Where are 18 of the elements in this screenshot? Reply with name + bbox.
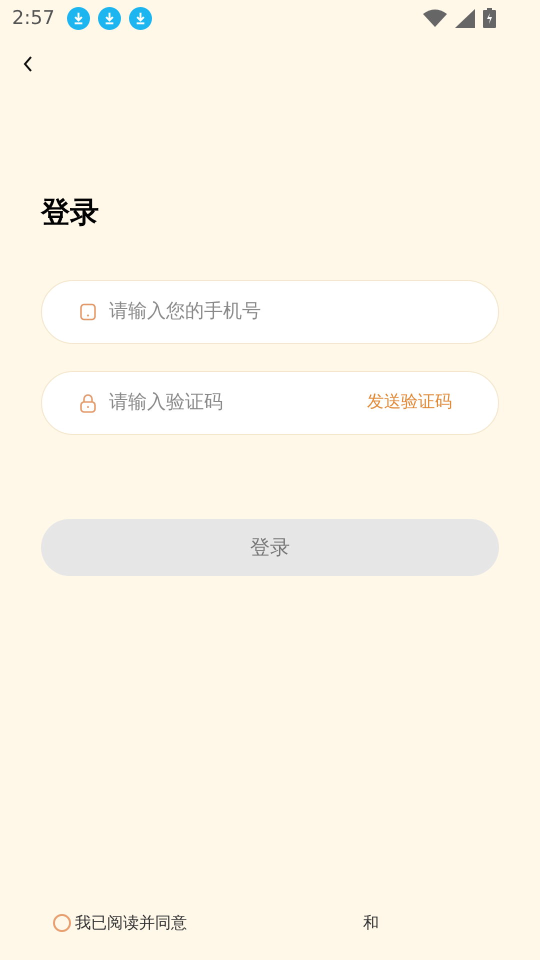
status-time: 2:57 [12,6,55,31]
lock-icon [79,392,97,412]
phone-icon [79,302,97,320]
battery-icon [483,8,496,28]
send-code-button[interactable]: 发送验证码 [367,390,452,416]
code-field[interactable]: 请输入验证码 发送验证码 [41,370,499,434]
agreement-checkbox[interactable] [53,914,71,932]
download-icon [128,6,152,30]
wifi-icon [423,9,447,27]
agreement-conjunction: 和 [363,912,379,934]
signal-icon [455,8,475,28]
phone-input[interactable]: 请输入您的手机号 [109,297,452,326]
phone-field[interactable]: 请输入您的手机号 [41,280,499,344]
download-icon [98,6,121,30]
agreement-text: 我已阅读并同意 [75,912,187,934]
page-title: 登录 [41,194,100,231]
download-icon [66,6,90,30]
code-input[interactable]: 请输入验证码 [109,388,355,417]
